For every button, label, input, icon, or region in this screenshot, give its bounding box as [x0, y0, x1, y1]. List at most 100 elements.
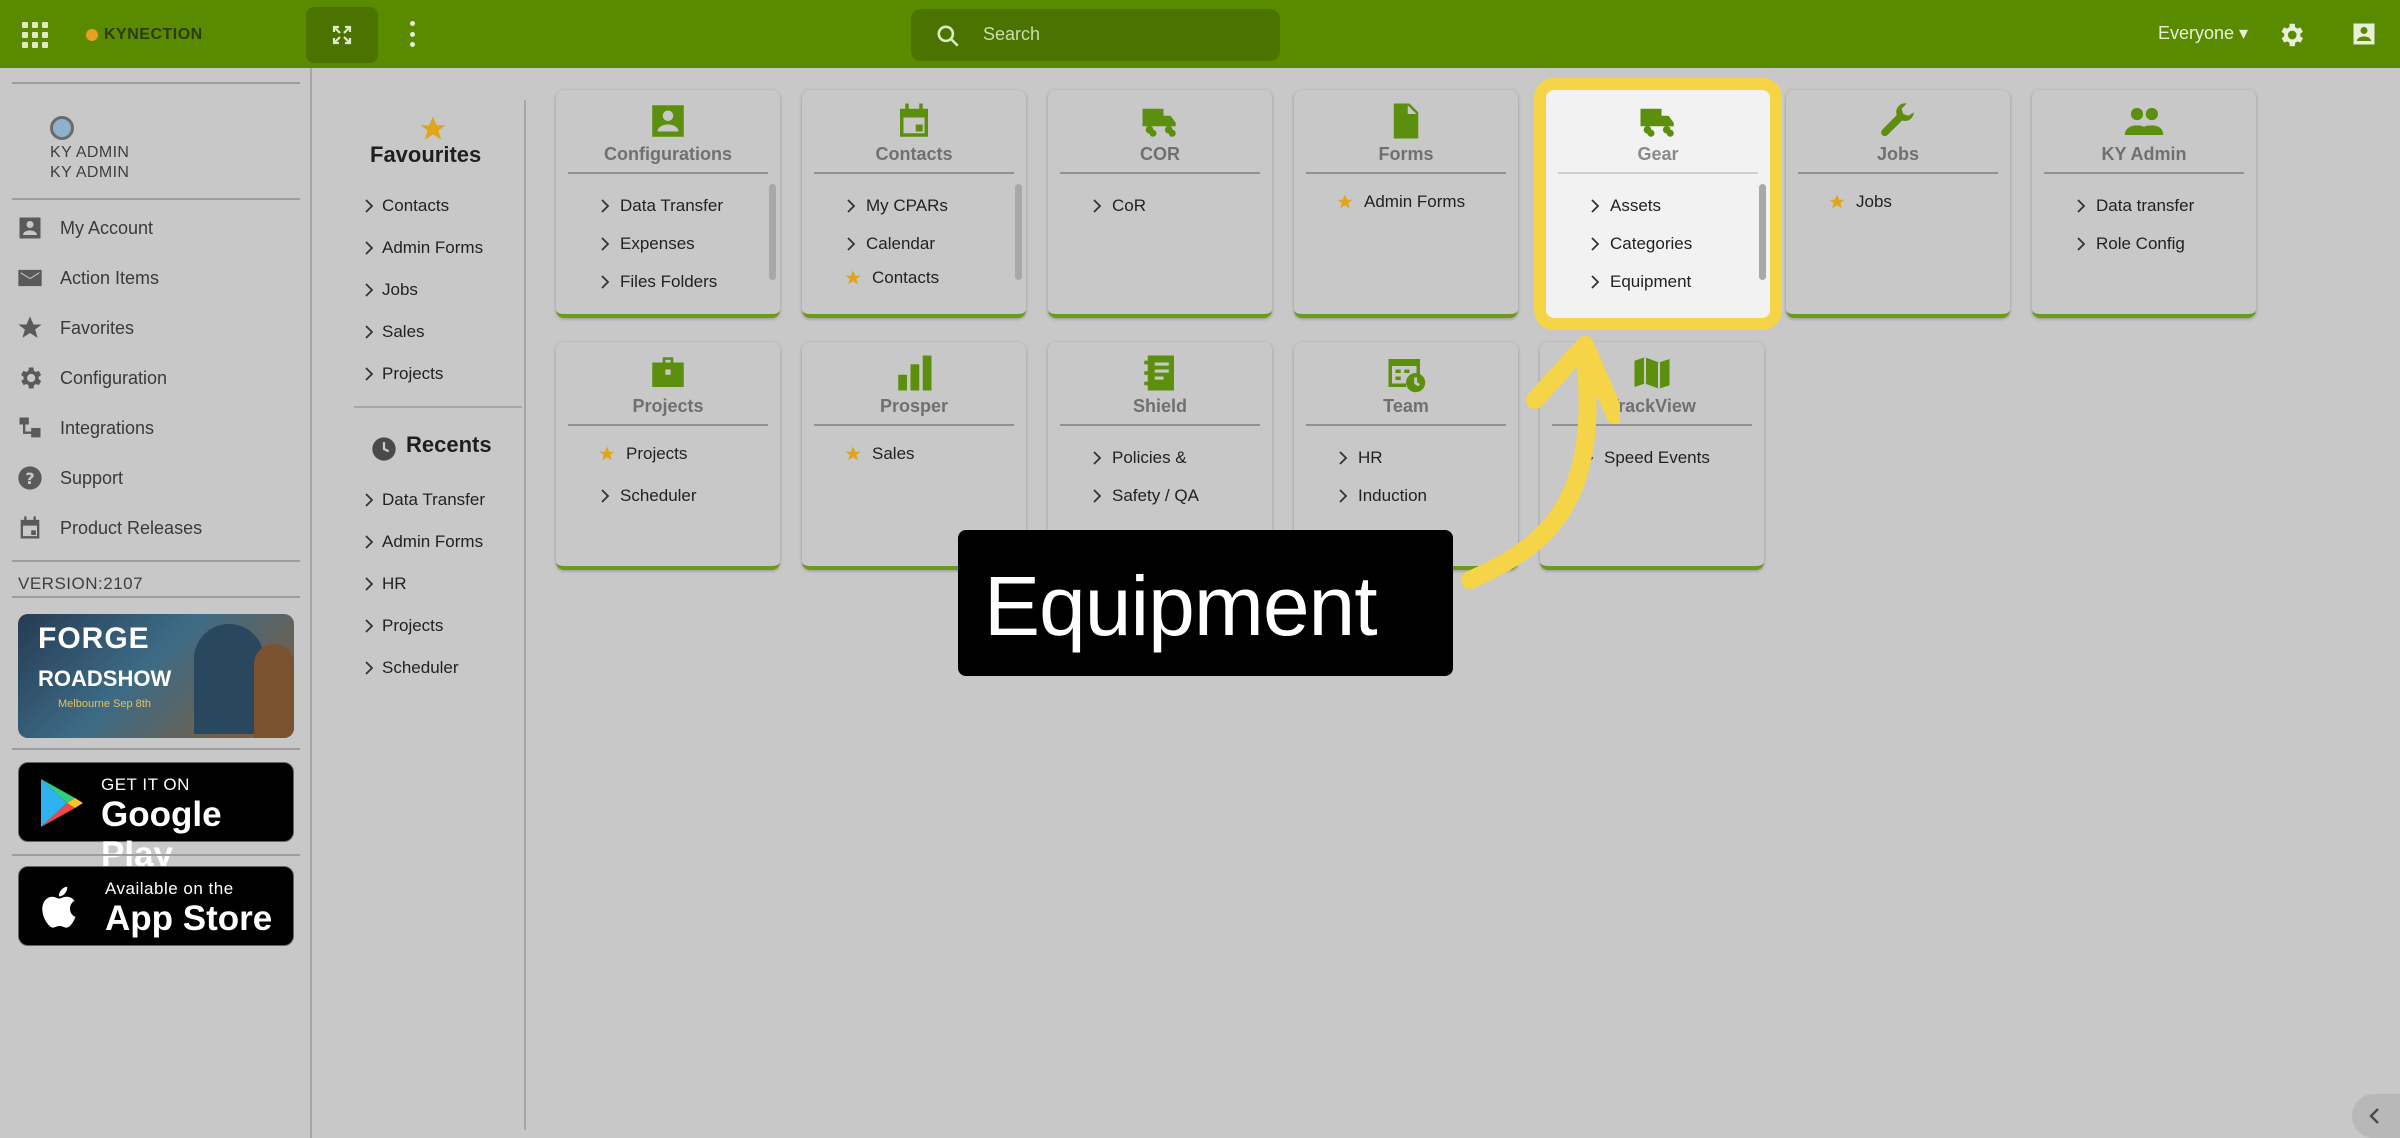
logo[interactable]: KYNECTION: [86, 24, 203, 46]
favourite-label: Jobs: [382, 280, 418, 299]
tile-link[interactable]: Calendar: [846, 234, 935, 254]
tile-title: Jobs: [1876, 144, 1919, 164]
chevron-right-icon: [1590, 274, 1600, 290]
nav-support[interactable]: ? Support: [16, 462, 123, 494]
tile-link[interactable]: Scheduler: [600, 486, 697, 506]
nav-my-account[interactable]: My Account: [16, 212, 153, 244]
tile-link-label: Policies &: [1112, 448, 1187, 467]
divider: [814, 424, 1014, 426]
apps-grid-icon[interactable]: [22, 22, 48, 48]
calendar-icon: [20, 516, 40, 539]
tile-ky-admin[interactable]: KY Admin Data transfer Role Config: [2032, 90, 2256, 318]
promo-subtitle: ROADSHOW: [38, 666, 172, 691]
contact-card-icon: [647, 100, 689, 142]
more-menu-icon[interactable]: [408, 21, 416, 47]
tile-link[interactable]: Safety / QA: [1092, 486, 1199, 506]
tile-title: Configurations: [604, 144, 732, 164]
scrollbar[interactable]: [1015, 184, 1022, 280]
collapse-right-panel-button[interactable]: [2352, 1094, 2400, 1138]
recent-item[interactable]: Scheduler: [364, 658, 459, 678]
tile-title: KY Admin: [2101, 144, 2187, 164]
recent-item[interactable]: Data Transfer: [364, 490, 485, 510]
tile-projects[interactable]: Projects Projects Scheduler: [556, 342, 780, 570]
tile-jobs[interactable]: Jobs Jobs: [1786, 90, 2010, 318]
nav-integrations[interactable]: Integrations: [16, 412, 154, 444]
tile-link[interactable]: Policies &: [1092, 448, 1187, 468]
tile-link[interactable]: Sales: [844, 444, 915, 464]
avatar[interactable]: [50, 116, 74, 140]
tile-link[interactable]: Equipment: [1590, 272, 1691, 292]
tile-link[interactable]: HR: [1338, 448, 1383, 468]
tile-configurations[interactable]: Configurations Data Transfer Expenses Files…: [556, 90, 780, 318]
chevron-right-icon: [1092, 488, 1102, 504]
tile-link[interactable]: Admin Forms: [1336, 192, 1465, 212]
divider: [12, 596, 300, 598]
bar-chart-icon: [893, 352, 935, 394]
tile-link[interactable]: Data transfer: [2076, 196, 2194, 216]
tile-link[interactable]: CoR: [1092, 196, 1146, 216]
chevron-right-icon: [365, 493, 374, 507]
tile-link-label: Projects: [626, 444, 688, 463]
recent-item[interactable]: Projects: [364, 616, 443, 636]
tile-link[interactable]: Categories: [1590, 234, 1692, 254]
nav-favorites[interactable]: Favorites: [16, 312, 134, 344]
tile-link[interactable]: Contacts: [844, 268, 939, 288]
tile-forms[interactable]: Forms Admin Forms: [1294, 90, 1518, 318]
google-play-badge[interactable]: GET IT ON Google Play: [18, 762, 294, 874]
tile-link[interactable]: Assets: [1590, 196, 1661, 216]
chevron-right-icon: [1590, 198, 1600, 214]
app-store-badge[interactable]: Available on the App Store: [18, 866, 294, 946]
favourite-item[interactable]: Admin Forms: [364, 238, 483, 258]
nav-configuration[interactable]: Configuration: [16, 362, 167, 394]
promo-banner[interactable]: FORGE ROADSHOW Melbourne Sep 8th: [18, 614, 294, 738]
tile-link[interactable]: My CPARs: [846, 196, 948, 216]
divider: [568, 424, 768, 426]
settings-gear-icon[interactable]: [2276, 20, 2306, 50]
recent-item[interactable]: Admin Forms: [364, 532, 483, 552]
nav-label: Integrations: [60, 417, 155, 438]
tile-link-label: Equipment: [1610, 272, 1692, 291]
tile-gear[interactable]: Gear Assets Categories Equipment: [1546, 90, 1770, 318]
people-icon: [2123, 100, 2165, 142]
chevron-right-icon: [600, 488, 610, 504]
favourite-item[interactable]: Contacts: [364, 196, 449, 216]
recent-item[interactable]: HR: [364, 574, 407, 594]
recent-label: HR: [382, 574, 407, 593]
chevron-right-icon: [2076, 198, 2086, 214]
tile-cor[interactable]: COR CoR: [1048, 90, 1272, 318]
tile-link[interactable]: Expenses: [600, 234, 695, 254]
favourite-star-icon: [1828, 193, 1846, 211]
tile-link[interactable]: Data Transfer: [600, 196, 723, 216]
apple-icon: [42, 886, 76, 928]
scrollbar[interactable]: [769, 184, 776, 280]
nav-action-items[interactable]: Action Items: [16, 262, 159, 294]
chevron-right-icon: [1338, 450, 1348, 466]
user-profile-icon[interactable]: [2350, 20, 2378, 48]
gear-icon: [21, 367, 42, 389]
tile-title: Forms: [1378, 144, 1434, 164]
scrollbar[interactable]: [1759, 184, 1766, 280]
tile-link-label: Safety / QA: [1112, 486, 1199, 505]
divider: [1558, 172, 1758, 174]
tile-contacts[interactable]: Contacts My CPARs Calendar Contacts: [802, 90, 1026, 318]
favourite-item[interactable]: Jobs: [364, 280, 418, 300]
fullscreen-icon: [332, 25, 352, 45]
divider: [568, 172, 768, 174]
tile-link-label: Data Transfer: [620, 196, 723, 215]
nav-label: Configuration: [60, 367, 168, 388]
tile-link[interactable]: Role Config: [2076, 234, 2185, 254]
tile-link[interactable]: Projects: [598, 444, 687, 464]
tile-link[interactable]: Jobs: [1828, 192, 1892, 212]
google-play-icon: [41, 779, 83, 827]
nav-product-releases[interactable]: Product Releases: [16, 512, 202, 544]
scope-label: Everyone: [2158, 23, 2235, 43]
search-bar[interactable]: Search: [911, 9, 1280, 61]
favourite-item[interactable]: Projects: [364, 364, 443, 384]
tile-link[interactable]: Files Folders: [600, 272, 717, 292]
tile-title: Projects: [632, 396, 704, 416]
tile-link-label: Role Config: [2096, 234, 2185, 253]
scope-dropdown[interactable]: Everyone ▾: [2158, 23, 2248, 44]
help-icon: ?: [18, 466, 42, 490]
favourite-item[interactable]: Sales: [364, 322, 425, 342]
fullscreen-button[interactable]: [306, 7, 378, 63]
